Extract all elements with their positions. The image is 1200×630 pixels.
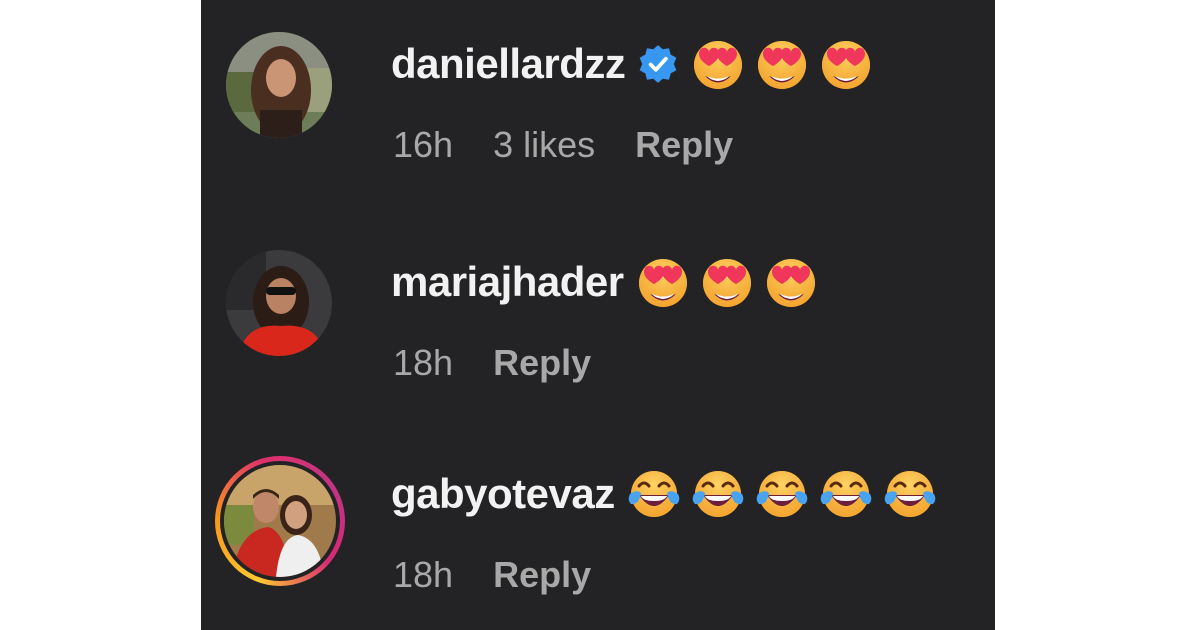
comment-meta: 18h Reply — [393, 342, 631, 384]
avatar[interactable] — [226, 32, 332, 138]
story-ring[interactable] — [215, 456, 345, 586]
avatar[interactable] — [226, 250, 332, 356]
comments-panel: daniellardzz 16h 3 likes Reply mariajhad… — [201, 0, 995, 630]
comment-header: gabyotevaz — [391, 466, 947, 522]
username[interactable]: mariajhader — [391, 258, 624, 306]
comment-header: mariajhader — [391, 254, 828, 310]
reply-button[interactable]: Reply — [635, 124, 733, 166]
heart-eyes-emoji-icon — [822, 41, 871, 89]
comment-time: 16h — [393, 124, 454, 165]
heart-eyes-emoji-icon — [758, 41, 807, 89]
comment-meta: 18h Reply — [393, 554, 631, 596]
comment-time: 18h — [393, 554, 454, 595]
username[interactable]: daniellardzz — [391, 40, 626, 88]
heart-eyes-emoji-icon — [694, 41, 743, 89]
comment-emojis — [691, 37, 883, 91]
heart-eyes-emoji-icon — [702, 259, 751, 307]
avatar[interactable] — [224, 465, 336, 577]
avatar-image — [226, 250, 332, 356]
avatar-image — [226, 32, 332, 138]
comment-emojis — [636, 255, 828, 309]
comment-emojis — [627, 467, 947, 521]
heart-eyes-emoji-icon — [638, 259, 687, 307]
tears-of-joy-emoji-icon — [692, 471, 744, 517]
comment-header: daniellardzz — [391, 36, 883, 92]
username[interactable]: gabyotevaz — [391, 470, 615, 518]
reply-button[interactable]: Reply — [493, 554, 591, 596]
verified-badge-icon — [640, 45, 677, 83]
avatar-image — [224, 465, 336, 577]
heart-eyes-emoji-icon — [766, 259, 815, 307]
reply-button[interactable]: Reply — [493, 342, 591, 384]
likes-count[interactable]: 3 likes — [493, 124, 595, 166]
comment-meta: 16h 3 likes Reply — [393, 124, 773, 166]
tears-of-joy-emoji-icon — [884, 471, 936, 517]
comment-time: 18h — [393, 342, 454, 383]
tears-of-joy-emoji-icon — [756, 471, 808, 517]
tears-of-joy-emoji-icon — [820, 471, 872, 517]
tears-of-joy-emoji-icon — [628, 471, 680, 517]
